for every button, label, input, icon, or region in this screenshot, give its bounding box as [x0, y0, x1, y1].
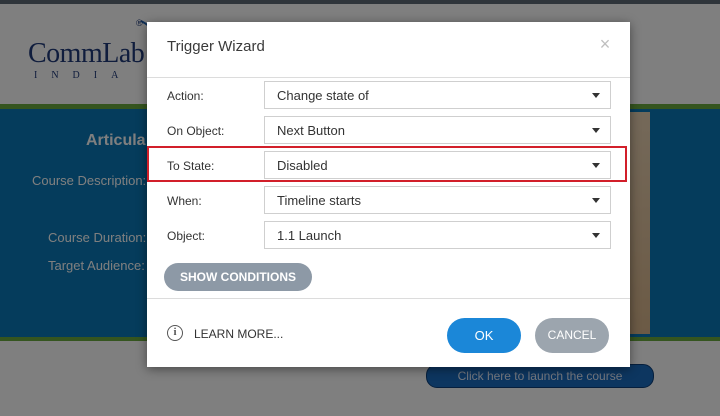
- chevron-down-icon: [592, 93, 600, 98]
- action-select-value: Change state of: [277, 88, 369, 103]
- chevron-down-icon: [592, 233, 600, 238]
- when-select[interactable]: Timeline starts: [264, 186, 611, 214]
- object-label: Object:: [167, 229, 206, 243]
- close-icon[interactable]: ×: [596, 35, 614, 53]
- action-select[interactable]: Change state of: [264, 81, 611, 109]
- on-object-select-value: Next Button: [277, 123, 345, 138]
- ok-button[interactable]: OK: [447, 318, 521, 353]
- to-state-highlight-box: [147, 146, 627, 182]
- object-select[interactable]: 1.1 Launch: [264, 221, 611, 249]
- on-object-select[interactable]: Next Button: [264, 116, 611, 144]
- when-select-value: Timeline starts: [277, 193, 362, 208]
- on-object-label: On Object:: [167, 124, 225, 138]
- header-divider: [147, 77, 630, 78]
- trigger-wizard-dialog: Trigger Wizard × Action: Change state of…: [147, 22, 630, 367]
- info-icon[interactable]: i: [167, 325, 183, 341]
- chevron-down-icon: [592, 198, 600, 203]
- when-label: When:: [167, 194, 202, 208]
- object-select-value: 1.1 Launch: [277, 228, 342, 243]
- show-conditions-button[interactable]: SHOW CONDITIONS: [164, 263, 312, 291]
- dialog-title: Trigger Wizard: [167, 38, 265, 55]
- footer-divider: [147, 298, 630, 299]
- learn-more-link[interactable]: LEARN MORE...: [194, 327, 283, 341]
- chevron-down-icon: [592, 128, 600, 133]
- cancel-button[interactable]: CANCEL: [535, 318, 609, 353]
- action-label: Action:: [167, 89, 204, 103]
